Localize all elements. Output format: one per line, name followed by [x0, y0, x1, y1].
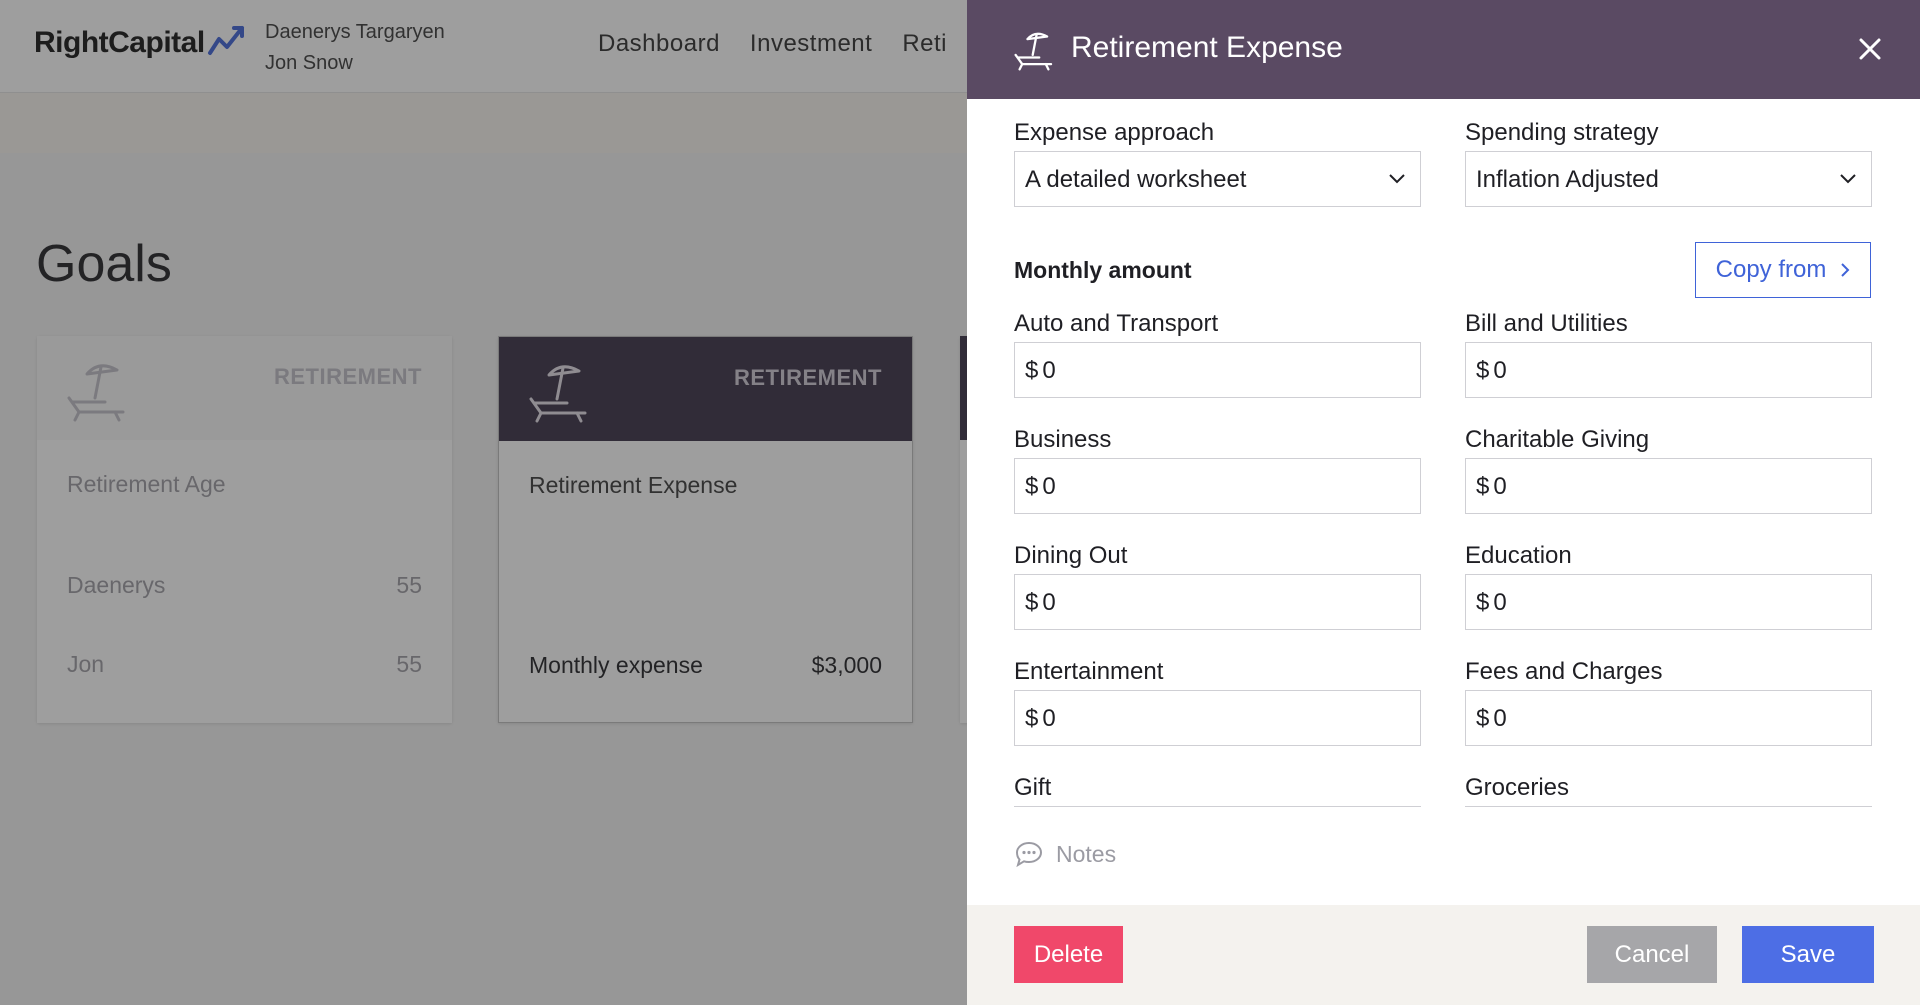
- currency-symbol: $: [1025, 357, 1039, 384]
- dining-out-input[interactable]: $0: [1014, 574, 1421, 630]
- retirement-expense-drawer: Retirement Expense Expense approach A de…: [967, 0, 1920, 1005]
- beach-chair-icon: [1014, 32, 1053, 71]
- groceries-input-edge[interactable]: [1465, 806, 1872, 807]
- fees-charges-input[interactable]: $0: [1465, 690, 1872, 746]
- amount-value: 0: [1042, 589, 1056, 616]
- field-label-charitable-giving: Charitable Giving: [1465, 426, 1650, 453]
- field-label-business: Business: [1014, 426, 1112, 453]
- spending-strategy-value: Inflation Adjusted: [1476, 166, 1659, 193]
- speech-bubble-icon: [1015, 841, 1043, 868]
- expense-approach-value: A detailed worksheet: [1025, 166, 1247, 193]
- currency-symbol: $: [1476, 357, 1490, 384]
- field-label-education: Education: [1465, 542, 1572, 569]
- education-input[interactable]: $0: [1465, 574, 1872, 630]
- copy-from-button[interactable]: Copy from: [1695, 242, 1871, 298]
- amount-value: 0: [1493, 705, 1507, 732]
- field-label-auto-transport: Auto and Transport: [1014, 310, 1219, 337]
- field-label-bill-utilities: Bill and Utilities: [1465, 310, 1628, 337]
- drawer-footer: Delete Cancel Save: [967, 905, 1920, 1005]
- amount-value: 0: [1493, 357, 1507, 384]
- amount-value: 0: [1493, 589, 1507, 616]
- gift-input-edge[interactable]: [1014, 806, 1421, 807]
- field-label-gift: Gift: [1014, 774, 1052, 801]
- amount-value: 0: [1042, 357, 1056, 384]
- spending-strategy-label: Spending strategy: [1465, 119, 1659, 146]
- drawer-body[interactable]: Expense approach A detailed worksheet Sp…: [1014, 99, 1874, 905]
- expense-approach-label: Expense approach: [1014, 119, 1215, 146]
- business-input[interactable]: $0: [1014, 458, 1421, 514]
- charitable-giving-input[interactable]: $0: [1465, 458, 1872, 514]
- chevron-down-icon: [1840, 174, 1856, 184]
- spending-strategy-select[interactable]: Inflation Adjusted: [1465, 151, 1872, 207]
- amount-value: 0: [1042, 705, 1056, 732]
- cancel-button[interactable]: Cancel: [1587, 926, 1717, 983]
- chevron-right-icon: [1841, 263, 1850, 277]
- drawer-title: Retirement Expense: [1071, 31, 1343, 64]
- drawer-header: Retirement Expense: [967, 0, 1920, 99]
- auto-transport-input[interactable]: $0: [1014, 342, 1421, 398]
- copy-from-label: Copy from: [1715, 256, 1827, 283]
- expense-approach-select[interactable]: A detailed worksheet: [1014, 151, 1421, 207]
- notes-label: Notes: [1056, 840, 1117, 867]
- monthly-amount-title: Monthly amount: [1014, 257, 1192, 283]
- amount-value: 0: [1493, 473, 1507, 500]
- chevron-down-icon: [1389, 174, 1405, 184]
- notes-link[interactable]: Notes: [1014, 840, 1116, 868]
- currency-symbol: $: [1476, 473, 1490, 500]
- bill-utilities-input[interactable]: $0: [1465, 342, 1872, 398]
- field-label-groceries: Groceries: [1465, 774, 1570, 801]
- field-label-dining-out: Dining Out: [1014, 542, 1128, 569]
- delete-button[interactable]: Delete: [1014, 926, 1123, 983]
- field-label-fees-charges: Fees and Charges: [1465, 658, 1663, 685]
- currency-symbol: $: [1476, 705, 1490, 732]
- currency-symbol: $: [1025, 705, 1039, 732]
- close-icon[interactable]: [1854, 33, 1886, 65]
- currency-symbol: $: [1025, 589, 1039, 616]
- currency-symbol: $: [1476, 589, 1490, 616]
- currency-symbol: $: [1025, 473, 1039, 500]
- entertainment-input[interactable]: $0: [1014, 690, 1421, 746]
- field-label-entertainment: Entertainment: [1014, 658, 1164, 685]
- amount-value: 0: [1042, 473, 1056, 500]
- save-button[interactable]: Save: [1742, 926, 1874, 983]
